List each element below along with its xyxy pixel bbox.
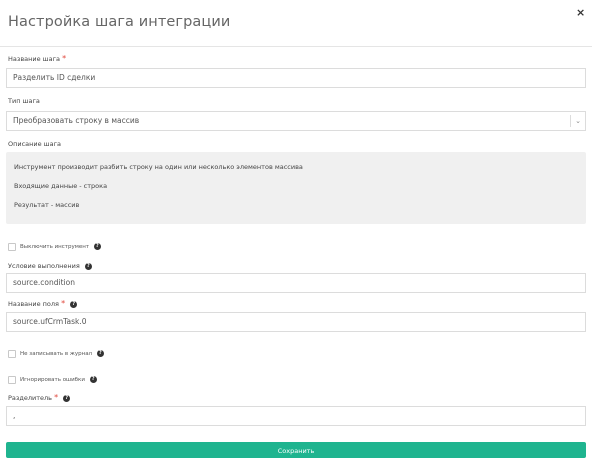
no-log-checkbox[interactable] bbox=[8, 350, 16, 358]
step-type-select[interactable]: Преобразовать строку в массив ⌄ bbox=[6, 111, 586, 131]
condition-label: Условие выполнения ? bbox=[8, 262, 92, 270]
step-name-input[interactable]: Разделить ID сделки bbox=[6, 68, 586, 88]
chevron-down-icon[interactable]: ⌄ bbox=[570, 115, 585, 127]
description-box: Инструмент производит разбить строку на … bbox=[6, 152, 586, 224]
dialog-title: Настройка шага интеграции bbox=[8, 14, 231, 30]
field-name-label-text: Название поля bbox=[8, 300, 59, 308]
field-name-label: Название поля * ? bbox=[8, 299, 78, 308]
description-line: Результат - массив bbox=[14, 201, 80, 209]
disable-tool-label-text: Выключить инструмент bbox=[20, 244, 90, 250]
description-label: Описание шага bbox=[8, 140, 62, 148]
disable-tool-label[interactable]: Выключить инструмент ? bbox=[20, 243, 101, 250]
save-button[interactable]: Сохранить bbox=[6, 442, 586, 458]
help-icon[interactable]: ? bbox=[84, 262, 92, 270]
disable-tool-checkbox[interactable] bbox=[8, 243, 16, 251]
ignore-errors-label[interactable]: Игнорировать ошибки ? bbox=[20, 376, 97, 383]
step-type-selected: Преобразовать строку в массив bbox=[13, 116, 140, 125]
separator-label: Разделитель * ? bbox=[8, 393, 71, 402]
description-line: Инструмент производит разбить строку на … bbox=[14, 163, 303, 171]
no-log-label[interactable]: Не записывать в журнал ? bbox=[20, 350, 104, 357]
step-name-label-text: Название шага bbox=[8, 55, 61, 63]
help-icon[interactable]: ? bbox=[70, 300, 78, 308]
condition-input[interactable]: source.condition bbox=[6, 273, 586, 293]
help-icon[interactable]: ? bbox=[96, 350, 104, 357]
help-icon[interactable]: ? bbox=[63, 394, 71, 402]
ignore-errors-label-text: Игнорировать ошибки bbox=[20, 377, 85, 383]
dialog-header: Настройка шага интеграции × bbox=[0, 0, 592, 47]
condition-label-text: Условие выполнения bbox=[8, 262, 80, 270]
required-mark: * bbox=[61, 299, 66, 308]
required-mark: * bbox=[54, 393, 59, 402]
no-log-label-text: Не записывать в журнал bbox=[20, 351, 93, 357]
separator-input[interactable]: , bbox=[6, 406, 586, 426]
step-name-label: Название шага * bbox=[8, 54, 67, 64]
close-icon[interactable]: × bbox=[576, 7, 585, 18]
step-type-label: Тип шага bbox=[8, 97, 40, 105]
help-icon[interactable]: ? bbox=[93, 243, 101, 250]
separator-label-text: Разделитель bbox=[8, 394, 53, 402]
field-name-input[interactable]: source.ufCrmTask.0 bbox=[6, 312, 586, 332]
required-mark: * bbox=[62, 54, 67, 63]
ignore-errors-checkbox[interactable] bbox=[8, 376, 16, 384]
description-line: Входящие данные - строка bbox=[14, 182, 108, 190]
help-icon[interactable]: ? bbox=[89, 376, 97, 383]
